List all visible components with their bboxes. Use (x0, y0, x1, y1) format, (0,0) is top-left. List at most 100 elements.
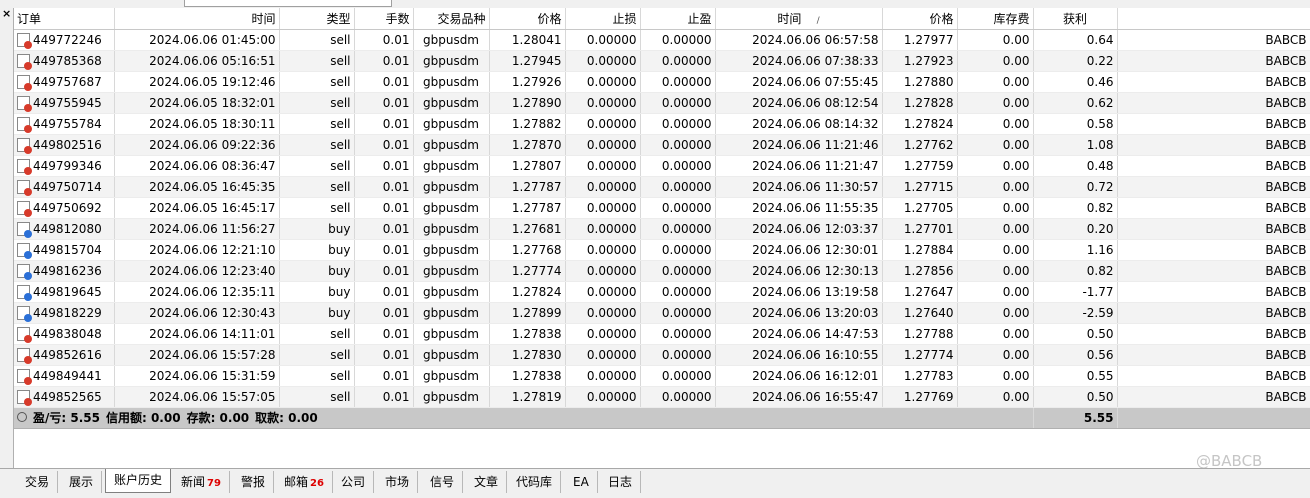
comment-cell: BABCB (1117, 29, 1310, 51)
tab-label: 警报 (241, 475, 266, 489)
order-cell-text: 449819645 (33, 284, 102, 299)
order-cell: 449852565 (14, 386, 115, 408)
table-row[interactable]: 449852616 2024.06.06 15:57:28 sell 0.01 gbpu… (14, 344, 1310, 366)
table-row[interactable]: 449852565 2024.06.06 15:57:05 sell 0.01 gbpu… (14, 386, 1310, 408)
close-icon[interactable]: × (2, 7, 11, 20)
type-cell-text: buy (328, 305, 351, 320)
open-price-cell: 1.27870 (489, 134, 566, 156)
table-row[interactable]: 449757687 2024.06.05 19:12:46 sell 0.01 gbpu… (14, 71, 1310, 93)
tab-label: EA (573, 475, 589, 489)
order-type-dot (24, 145, 32, 154)
lots-cell-text: 0.01 (382, 158, 410, 173)
sl-cell-text: 0.00000 (586, 368, 637, 383)
comment-cell-text: BABCB (1265, 32, 1307, 47)
tab-5[interactable]: 警报 (233, 471, 275, 493)
open-price-cell: 1.27774 (489, 260, 566, 282)
tab-13[interactable]: 日志 (600, 471, 642, 493)
col-header-sl[interactable]: 止损 (565, 8, 641, 30)
table-row[interactable]: 449750714 2024.06.05 16:45:35 sell 0.01 gbpu… (14, 176, 1310, 198)
sl-cell-text: 0.00000 (586, 95, 637, 110)
sell-order-icon (17, 95, 32, 112)
col-header-close-time[interactable]: 时间 / (715, 8, 883, 30)
order-cell-text: 449757687 (33, 74, 102, 89)
swap-cell: 0.00 (957, 344, 1034, 366)
col-header-close-price[interactable]: 价格 (882, 8, 958, 30)
symbol-cell-text: gbpusdm (422, 53, 479, 68)
comment-cell: BABCB (1117, 239, 1310, 261)
table-row[interactable]: 449755945 2024.06.05 18:32:01 sell 0.01 gbpu… (14, 92, 1310, 114)
top-tab-fragment[interactable] (184, 0, 392, 7)
close-price-cell: 1.27884 (882, 239, 958, 261)
close-price-cell-text: 1.27856 (903, 263, 954, 278)
tp-cell-text: 0.00000 (661, 263, 712, 278)
tab-4[interactable]: 新闻 79 (173, 471, 230, 493)
col-header-tp[interactable]: 止盈 (640, 8, 716, 30)
col-header-comment[interactable] (1117, 8, 1310, 30)
table-row[interactable]: 449849441 2024.06.06 15:31:59 sell 0.01 gbpu… (14, 365, 1310, 387)
tab-2[interactable]: 展示 (61, 471, 103, 493)
comment-cell: BABCB (1117, 365, 1310, 387)
type-cell-text: sell (330, 389, 351, 404)
tp-cell-text: 0.00000 (661, 347, 712, 362)
comment-cell: BABCB (1117, 134, 1310, 156)
table-row[interactable]: 449818229 2024.06.06 12:30:43 buy 0.01 gbpus… (14, 302, 1310, 324)
sl-cell-text: 0.00000 (586, 326, 637, 341)
col-header-swap[interactable]: 库存费 (957, 8, 1034, 30)
swap-cell: 0.00 (957, 239, 1034, 261)
tab-1[interactable]: 交易 (17, 471, 59, 493)
tab-8[interactable]: 市场 (377, 471, 419, 493)
open-price-cell: 1.27768 (489, 239, 566, 261)
comment-cell: BABCB (1117, 71, 1310, 93)
symbol-cell-text: gbpusdm (422, 32, 479, 47)
tab-12[interactable]: EA (565, 471, 598, 493)
top-window-strip (0, 0, 1310, 8)
lots-cell: 0.01 (354, 239, 414, 261)
open-time-cell: 2024.06.06 01:45:00 (114, 29, 280, 51)
table-row[interactable]: 449812080 2024.06.06 11:56:27 buy 0.01 gbpus… (14, 218, 1310, 240)
col-header-type[interactable]: 类型 (279, 8, 355, 30)
table-row[interactable]: 449772246 2024.06.06 01:45:00 sell 0.01 gbpu… (14, 29, 1310, 51)
table-row[interactable]: 449799346 2024.06.06 08:36:47 sell 0.01 gbpu… (14, 155, 1310, 177)
tab-3[interactable]: 账户历史 (105, 469, 172, 493)
table-row[interactable]: 449819645 2024.06.06 12:35:11 buy 0.01 gbpus… (14, 281, 1310, 303)
open-time-cell-text: 2024.06.06 11:56:27 (149, 221, 276, 236)
table-row[interactable]: 449785368 2024.06.06 05:16:51 sell 0.01 gbpu… (14, 50, 1310, 72)
order-cell: 449799346 (14, 155, 115, 177)
tab-10[interactable]: 文章 (466, 471, 508, 493)
swap-cell-text: 0.00 (1002, 200, 1030, 215)
tab-7[interactable]: 公司 (333, 471, 375, 493)
col-header-order[interactable]: 订单 (14, 8, 115, 30)
sl-cell-text: 0.00000 (586, 116, 637, 131)
lots-cell-text: 0.01 (382, 53, 410, 68)
table-row[interactable]: 449802516 2024.06.06 09:22:36 sell 0.01 gbpu… (14, 134, 1310, 156)
table-row[interactable]: 449816236 2024.06.06 12:23:40 buy 0.01 gbpus… (14, 260, 1310, 282)
sl-cell-text: 0.00000 (586, 74, 637, 89)
symbol-cell-text: gbpusdm (422, 263, 479, 278)
close-time-cell-text: 2024.06.06 11:30:57 (752, 179, 879, 194)
type-cell-text: buy (328, 221, 351, 236)
profit-cell-text: 0.82 (1086, 263, 1114, 278)
col-header-open-time[interactable]: 时间 (114, 8, 280, 30)
comment-cell-text: BABCB (1265, 284, 1307, 299)
open-price-cell: 1.27824 (489, 281, 566, 303)
tab-6[interactable]: 邮箱 26 (276, 471, 333, 493)
table-row[interactable]: 449750692 2024.06.05 16:45:17 sell 0.01 gbpu… (14, 197, 1310, 219)
table-row[interactable]: 449815704 2024.06.06 12:21:10 buy 0.01 gbpus… (14, 239, 1310, 261)
col-header-symbol[interactable]: 交易品种 (413, 8, 490, 30)
table-row[interactable]: 449838048 2024.06.06 14:11:01 sell 0.01 gbpu… (14, 323, 1310, 345)
col-header-profit[interactable]: 获利 (1033, 8, 1118, 30)
close-time-cell: 2024.06.06 11:21:47 (715, 155, 883, 177)
tab-11[interactable]: 代码库 (508, 471, 562, 493)
close-price-cell-text: 1.27774 (903, 347, 954, 362)
profit-cell-text: 0.46 (1086, 74, 1114, 89)
order-cell-text: 449849441 (33, 368, 102, 383)
table-row[interactable]: 449755784 2024.06.05 18:30:11 sell 0.01 gbpu… (14, 113, 1310, 135)
order-type-dot (24, 103, 32, 112)
col-header-open-price[interactable]: 价格 (489, 8, 566, 30)
tab-9[interactable]: 信号 (422, 471, 464, 493)
order-type-dot (24, 313, 32, 322)
profit-cell: 0.48 (1033, 155, 1118, 177)
col-header-lots[interactable]: 手数 (354, 8, 414, 30)
close-time-cell-text: 2024.06.06 16:10:55 (752, 347, 879, 362)
swap-cell: 0.00 (957, 323, 1034, 345)
